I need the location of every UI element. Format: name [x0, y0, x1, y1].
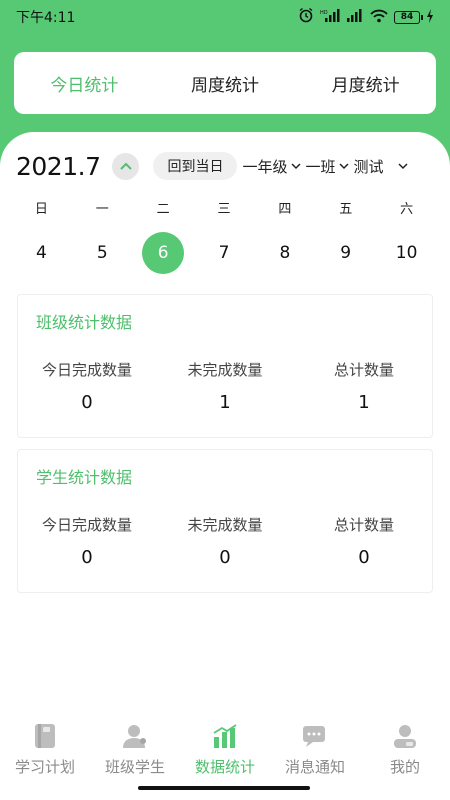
- status-icons: HD 84: [298, 7, 434, 27]
- charging-icon: [426, 8, 434, 27]
- day-number: 5: [96, 243, 108, 263]
- calendar-day[interactable]: 7: [194, 232, 255, 274]
- weekday-label: 二: [156, 202, 170, 217]
- stat-value: 0: [358, 547, 370, 568]
- nav-data-stats[interactable]: 数据统计: [180, 722, 270, 782]
- day-row: 4 5 6 7 8 9 10: [11, 232, 437, 274]
- calendar-day[interactable]: 10: [376, 232, 437, 274]
- calendar-day[interactable]: 5: [72, 232, 133, 274]
- stat-label: 今日完成数量: [41, 361, 132, 379]
- profile-icon: [391, 722, 419, 750]
- day-number: 10: [395, 243, 418, 263]
- stat-label: 总计数量: [333, 516, 394, 534]
- weekday-label: 三: [217, 202, 231, 217]
- stat-label: 未完成数量: [187, 516, 263, 534]
- class-stats-title: 班级统计数据: [36, 313, 133, 332]
- stat-today-completed: 今日完成数量 0: [18, 514, 156, 568]
- nav-label: 学习计划: [14, 758, 75, 776]
- day-number: 6: [142, 232, 185, 274]
- bottom-nav: 学习计划 班级学生 数据统计 消息通知 我的: [0, 722, 450, 782]
- nav-label: 我的: [389, 758, 420, 776]
- day-number: 7: [218, 243, 230, 263]
- student-stats-title: 学生统计数据: [36, 468, 133, 487]
- stat-value: 1: [219, 392, 231, 413]
- collapse-calendar-button[interactable]: [112, 152, 140, 180]
- tab-weekly-stats[interactable]: 周度统计: [155, 71, 296, 96]
- stats-tabs: 今日统计 周度统计 月度统计: [14, 52, 436, 114]
- calendar-toolbar: 2021.7 回到当日 一年级 一班 测试: [16, 150, 436, 182]
- nav-class-students[interactable]: 班级学生: [90, 722, 180, 782]
- svg-text:HD: HD: [320, 10, 328, 16]
- student-stats-card: 学生统计数据 今日完成数量 0 未完成数量 0 总计数量 0: [17, 449, 433, 593]
- weekday-header: 日 一 二 三 四 五 六: [11, 198, 437, 217]
- nav-study-plan[interactable]: 学习计划: [0, 722, 90, 782]
- stat-total: 总计数量 0: [295, 514, 433, 568]
- person-icon: [121, 722, 149, 750]
- weekday-label: 一: [95, 202, 109, 217]
- stat-label: 今日完成数量: [41, 516, 132, 534]
- calendar-day[interactable]: 4: [11, 232, 72, 274]
- stat-value: 1: [358, 392, 370, 413]
- nav-label: 班级学生: [104, 758, 165, 776]
- signal-icon: [346, 8, 364, 27]
- weekday-label: 四: [278, 202, 292, 217]
- calendar-day-selected[interactable]: 6: [133, 232, 194, 274]
- chevron-down-icon: [398, 162, 408, 169]
- stat-value: 0: [81, 392, 93, 413]
- status-time: 下午4:11: [16, 10, 76, 26]
- back-to-today-button[interactable]: 回到当日: [153, 152, 238, 180]
- day-number: 4: [36, 243, 47, 263]
- wifi-icon: [370, 8, 388, 27]
- stat-incomplete: 未完成数量 0: [156, 514, 294, 568]
- stat-today-completed: 今日完成数量 0: [18, 359, 156, 413]
- weekday-label: 日: [34, 202, 48, 217]
- stat-total: 总计数量 1: [295, 359, 433, 413]
- day-number: 9: [340, 243, 352, 263]
- home-indicator[interactable]: [138, 786, 310, 790]
- nav-profile[interactable]: 我的: [360, 722, 450, 782]
- alarm-icon: [298, 7, 314, 27]
- chevron-down-icon: [338, 162, 349, 169]
- class-value: 一班: [305, 157, 336, 176]
- bar-chart-icon: [211, 722, 239, 750]
- tab-today-stats[interactable]: 今日统计: [14, 71, 155, 96]
- chevron-down-icon: [290, 162, 301, 169]
- book-icon: [31, 722, 59, 750]
- stat-label: 未完成数量: [187, 361, 263, 379]
- signal-hd-icon: HD: [320, 8, 340, 27]
- weekday-label: 五: [339, 202, 353, 217]
- class-stats-card: 班级统计数据 今日完成数量 0 未完成数量 1 总计数量 1: [17, 294, 433, 438]
- battery-icon: 84: [394, 10, 423, 24]
- calendar-day[interactable]: 9: [315, 232, 376, 274]
- test-dropdown[interactable]: 测试: [354, 156, 408, 177]
- main-content: 2021.7 回到当日 一年级 一班 测试 日 一 二 三 四 五 六 4 5 …: [0, 132, 450, 800]
- test-value: 测试: [353, 157, 384, 176]
- year-month-label: 2021.7: [16, 151, 101, 181]
- grade-dropdown[interactable]: 一年级: [242, 156, 301, 177]
- tab-monthly-stats[interactable]: 月度统计: [295, 71, 436, 96]
- weekday-label: 六: [400, 202, 414, 217]
- stat-label: 总计数量: [333, 361, 394, 379]
- day-number: 8: [279, 243, 291, 263]
- nav-label: 数据统计: [194, 758, 255, 776]
- stat-value: 0: [219, 547, 231, 568]
- chevron-up-icon: [120, 162, 132, 170]
- nav-messages[interactable]: 消息通知: [270, 722, 360, 782]
- grade-value: 一年级: [242, 157, 288, 176]
- stat-incomplete: 未完成数量 1: [156, 359, 294, 413]
- nav-label: 消息通知: [284, 758, 345, 776]
- message-icon: [301, 722, 329, 750]
- status-bar: 下午4:11 HD 84: [0, 0, 450, 34]
- calendar-day[interactable]: 8: [254, 232, 315, 274]
- class-dropdown[interactable]: 一班: [306, 156, 349, 177]
- stat-value: 0: [81, 547, 93, 568]
